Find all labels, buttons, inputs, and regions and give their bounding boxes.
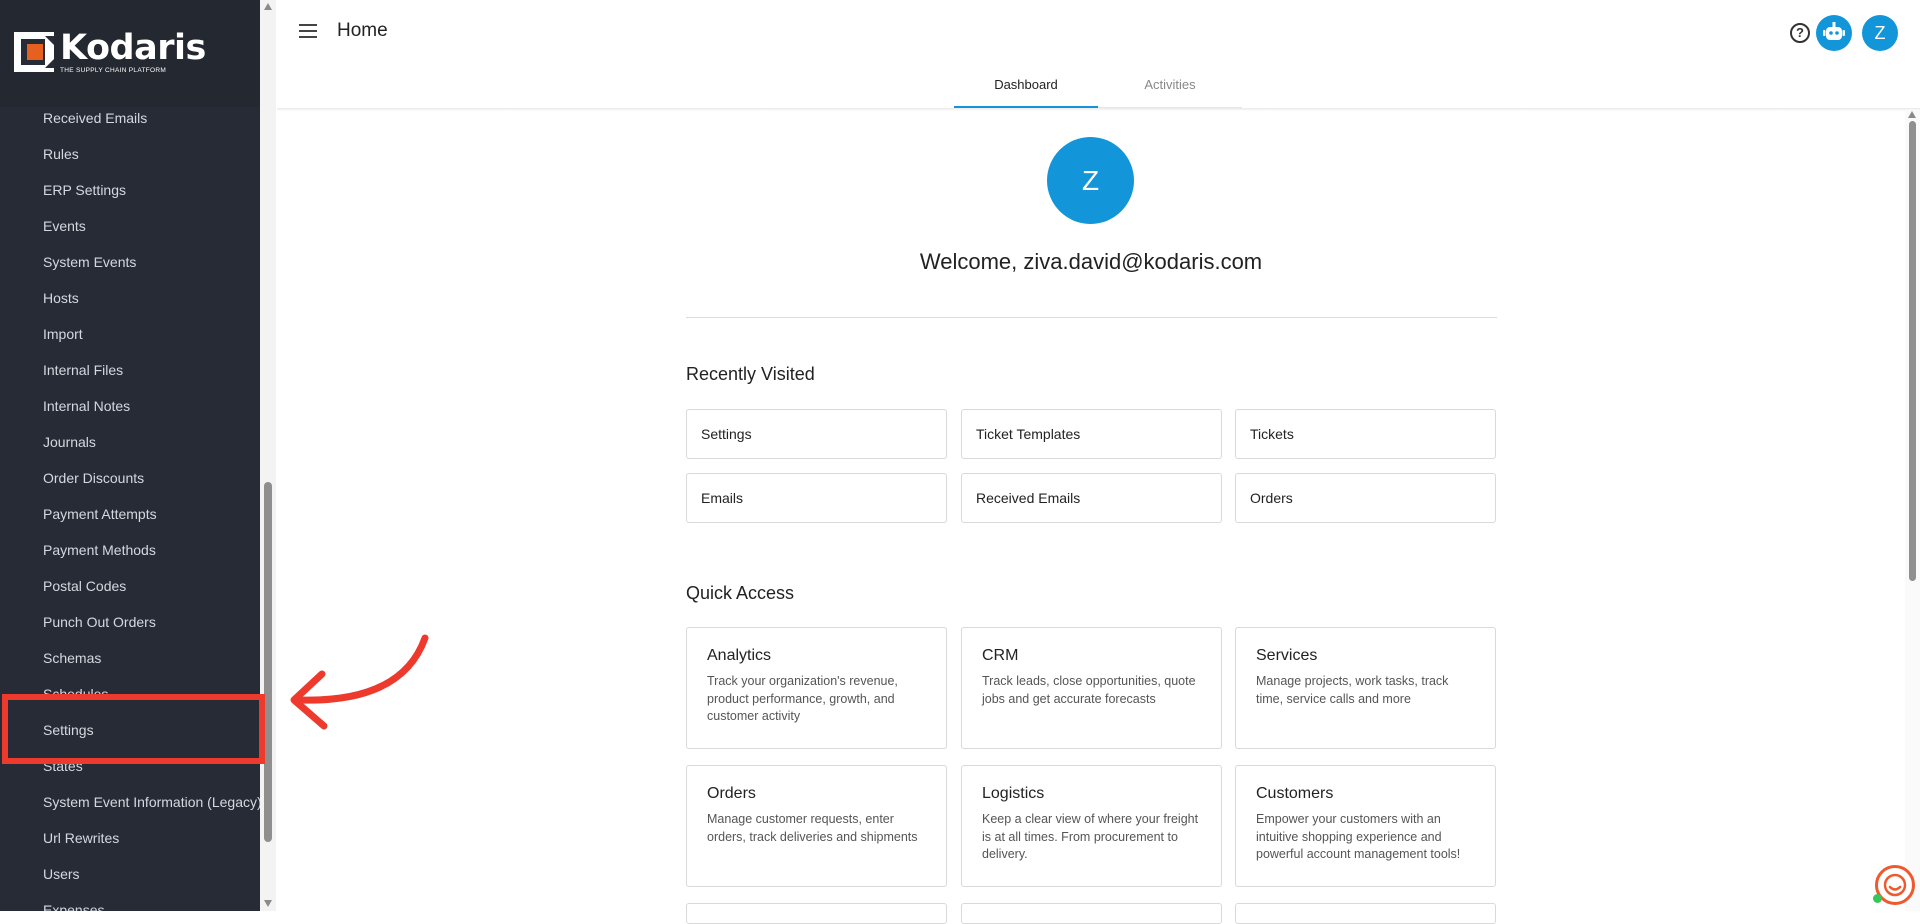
sidebar-scrollbar-thumb[interactable] [264, 482, 272, 842]
hamburger-icon[interactable] [299, 24, 317, 38]
dashboard-tabs: Dashboard Activities [954, 66, 1242, 108]
logo-tagline: THE SUPPLY CHAIN PLATFORM [60, 67, 167, 74]
quick-access-customers[interactable]: Customers Empower your customers with an… [1235, 765, 1496, 887]
sidebar-item-received-emails[interactable]: Received Emails [43, 107, 147, 129]
quick-access-card-desc: Keep a clear view of where your freight … [982, 812, 1199, 861]
sidebar-item-internal-notes[interactable]: Internal Notes [43, 395, 130, 417]
quick-access-card-desc: Track your organization's revenue, produ… [707, 674, 898, 723]
page-title: Home [337, 20, 388, 41]
sidebar-item-order-discounts[interactable]: Order Discounts [43, 467, 144, 489]
sidebar-item-expenses[interactable]: Expenses [43, 899, 104, 911]
quick-access-card-title: Customers [1256, 785, 1334, 802]
quick-access-analytics[interactable]: Analytics Track your organization's reve… [686, 627, 947, 749]
sidebar-item-postal-codes[interactable]: Postal Codes [43, 575, 126, 597]
logo-name: Kodaris [60, 28, 206, 68]
quick-access-card-title: Services [1256, 647, 1318, 664]
main-content: Z Welcome, ziva.david@kodaris.com Recent… [277, 111, 1905, 924]
quick-access-orders[interactable]: Orders Manage customer requests, enter o… [686, 765, 947, 887]
recent-card-orders[interactable]: Orders [1235, 473, 1496, 523]
section-divider [686, 317, 1497, 318]
sidebar-item-system-event-information[interactable]: System Event Information (Legacy) [43, 791, 260, 813]
quick-access-card-title: CRM [982, 647, 1019, 664]
quick-access-card-desc: Track leads, close opportunities, quote … [982, 674, 1196, 706]
online-status-dot [1873, 894, 1882, 903]
quick-access-services[interactable]: Services Manage projects, work tasks, tr… [1235, 627, 1496, 749]
recent-card-settings[interactable]: Settings [686, 409, 947, 459]
quick-access-card-desc: Empower your customers with an intuitive… [1256, 812, 1461, 861]
recent-card-tickets[interactable]: Tickets [1235, 409, 1496, 459]
quick-access-card-partial[interactable] [686, 903, 947, 924]
sidebar-item-schemas[interactable]: Schemas [43, 647, 101, 669]
quick-access-logistics[interactable]: Logistics Keep a clear view of where you… [961, 765, 1222, 887]
sidebar-item-events[interactable]: Events [43, 215, 86, 237]
recent-card-emails[interactable]: Emails [686, 473, 947, 523]
chat-support-button[interactable] [1873, 865, 1915, 905]
settings-highlight-box [2, 694, 265, 764]
scroll-down-arrow-icon[interactable] [264, 900, 272, 907]
sidebar-item-journals[interactable]: Journals [43, 431, 96, 453]
top-header: Home ? Z [277, 0, 1920, 64]
quick-access-crm[interactable]: CRM Track leads, close opportunities, qu… [961, 627, 1222, 749]
recent-card-ticket-templates[interactable]: Ticket Templates [961, 409, 1222, 459]
recent-card-received-emails[interactable]: Received Emails [961, 473, 1222, 523]
sidebar-item-rules[interactable]: Rules [43, 143, 79, 165]
assistant-bot-button[interactable] [1816, 15, 1852, 51]
sidebar-item-import[interactable]: Import [43, 323, 83, 345]
help-circle-icon: ? [1790, 23, 1810, 43]
user-avatar-button[interactable]: Z [1862, 15, 1898, 51]
quick-access-card-desc: Manage projects, work tasks, track time,… [1256, 674, 1449, 706]
quick-access-card-partial[interactable] [1235, 903, 1496, 924]
sidebar: Kodaris THE SUPPLY CHAIN PLATFORM Receiv… [0, 0, 260, 911]
quick-access-card-desc: Manage customer requests, enter orders, … [707, 812, 918, 844]
sidebar-item-payment-methods[interactable]: Payment Methods [43, 539, 156, 561]
kodaris-logo-mark-icon [14, 32, 54, 72]
sidebar-item-users[interactable]: Users [43, 863, 80, 885]
chat-support-icon [1883, 873, 1907, 897]
quick-access-title: Quick Access [686, 583, 795, 603]
scroll-up-arrow-icon[interactable] [264, 3, 272, 10]
profile-avatar: Z [1047, 137, 1134, 224]
main-scrollbar-thumb[interactable] [1909, 121, 1916, 581]
welcome-message: Welcome, ziva.david@kodaris.com [919, 249, 1263, 274]
sidebar-item-payment-attempts[interactable]: Payment Attempts [43, 503, 157, 525]
sidebar-item-internal-files[interactable]: Internal Files [43, 359, 123, 381]
quick-access-card-title: Logistics [982, 785, 1045, 802]
sidebar-item-system-events[interactable]: System Events [43, 251, 136, 273]
tab-activities[interactable]: Activities [1098, 66, 1242, 108]
quick-access-card-title: Analytics [707, 647, 772, 664]
kodaris-logo[interactable]: Kodaris THE SUPPLY CHAIN PLATFORM [14, 30, 206, 74]
tab-dashboard[interactable]: Dashboard [954, 66, 1098, 108]
quick-access-card-title: Orders [707, 785, 756, 802]
sidebar-item-punch-out-orders[interactable]: Punch Out Orders [43, 611, 156, 633]
sidebar-item-erp-settings[interactable]: ERP Settings [43, 179, 126, 201]
sidebar-item-hosts[interactable]: Hosts [43, 287, 79, 309]
sidebar-scrollbar[interactable] [260, 0, 276, 911]
sidebar-item-url-rewrites[interactable]: Url Rewrites [43, 827, 119, 849]
scroll-up-arrow-icon[interactable] [1908, 111, 1916, 118]
main-scrollbar[interactable] [1905, 111, 1920, 911]
recently-visited-title: Recently Visited [686, 364, 815, 384]
help-button[interactable]: ? [1782, 15, 1818, 51]
quick-access-card-partial[interactable] [961, 903, 1222, 924]
robot-icon [1823, 22, 1845, 40]
